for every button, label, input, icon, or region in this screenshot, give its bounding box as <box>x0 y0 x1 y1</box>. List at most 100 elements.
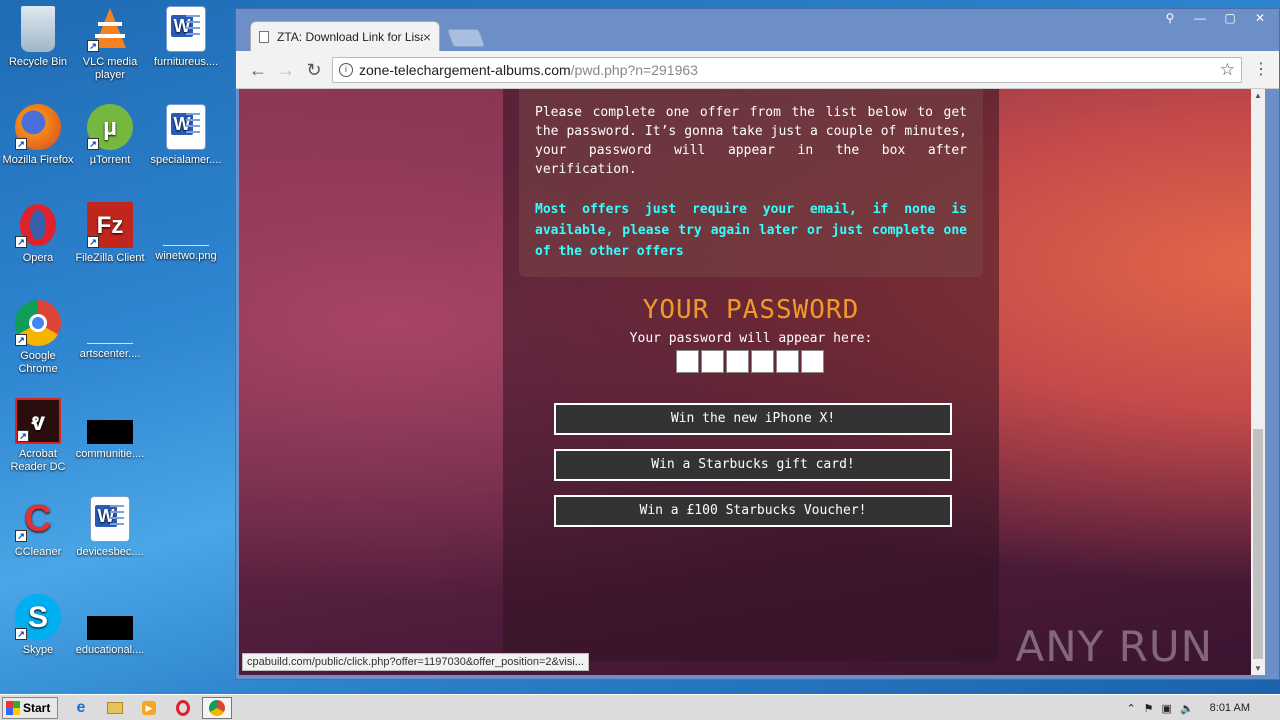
taskbar-media-player[interactable]: ▶ <box>134 697 164 719</box>
desktop-icon-label: VLC media player <box>82 56 138 81</box>
taskbar-ie[interactable]: e <box>66 697 96 719</box>
firefox-icon: ↗ <box>15 104 61 150</box>
shortcut-arrow-icon: ↗ <box>15 334 27 346</box>
desktop-icon-label: Opera <box>22 252 54 264</box>
shortcut-arrow-icon: ↗ <box>87 40 99 52</box>
word-doc-icon: W <box>166 104 206 150</box>
image-file-icon <box>87 420 133 444</box>
desktop-icon-skype[interactable]: S ↗ Skype <box>0 594 76 657</box>
desktop-icon-chrome[interactable]: ↗ Google Chrome <box>0 300 76 376</box>
desktop-icon-label: µTorrent <box>89 154 131 166</box>
ie-icon: e <box>76 698 86 716</box>
url-host: zone-telechargement-albums.com <box>359 62 571 78</box>
ccleaner-icon: C ↗ <box>15 496 61 542</box>
desktop-icon-recycle-bin[interactable]: Recycle Bin <box>0 6 76 69</box>
scrollbar-thumb[interactable] <box>1253 429 1263 659</box>
scroll-down-icon[interactable]: ▼ <box>1254 664 1262 673</box>
desktop-icon-furnitureus[interactable]: W furnitureus.... <box>148 6 224 69</box>
show-hidden-icons-icon[interactable]: ⌃ <box>1126 702 1135 715</box>
desktop-icon-artscenter[interactable]: artscenter.... <box>72 300 148 361</box>
user-profile-icon[interactable]: ⚲ <box>1157 9 1183 27</box>
volume-icon[interactable]: 🔈 <box>1180 702 1194 715</box>
shortcut-arrow-icon: ↗ <box>87 138 99 150</box>
shortcut-arrow-icon: ↗ <box>17 430 29 442</box>
close-tab-icon[interactable]: × <box>423 29 431 45</box>
desktop-icon-communitie[interactable]: communitie.... <box>72 398 148 461</box>
desktop-icon-label: winetwo.png <box>155 250 217 262</box>
browser-tab[interactable]: ZTA: Download Link for Lisa × <box>250 21 440 51</box>
offer-instructions: Please complete one offer from the list … <box>519 89 983 277</box>
anyrun-watermark: ANY RUN <box>1015 622 1213 671</box>
image-file-icon <box>87 616 133 640</box>
taskbar-opera[interactable] <box>168 697 198 719</box>
desktop-icon-winetwo[interactable]: winetwo.png <box>148 202 224 263</box>
shortcut-arrow-icon: ↗ <box>15 138 27 150</box>
shortcut-arrow-icon: ↗ <box>15 628 27 640</box>
desktop-icon-vlc[interactable]: ↗ VLC media player <box>72 6 148 82</box>
scroll-up-icon[interactable]: ▲ <box>1254 91 1262 100</box>
desktop-icon-ccleaner[interactable]: C ↗ CCleaner <box>0 496 76 559</box>
chrome-icon <box>209 699 225 716</box>
new-tab-button[interactable] <box>446 29 486 47</box>
password-char-box <box>676 350 699 373</box>
status-bar-url: cpabuild.com/public/click.php?offer=1197… <box>242 653 589 671</box>
desktop-icon-specialamer[interactable]: W specialamer.... <box>148 104 224 167</box>
action-center-icon[interactable]: ⚑ <box>1144 702 1154 715</box>
desktop-icon-educational[interactable]: educational.... <box>72 594 148 657</box>
media-player-icon: ▶ <box>142 700 156 715</box>
network-icon[interactable]: ▣ <box>1162 702 1172 715</box>
minimize-button[interactable]: — <box>1187 9 1213 27</box>
page-scrollbar[interactable]: ▲ ▼ <box>1251 89 1265 675</box>
tab-title: ZTA: Download Link for Lisa <box>277 29 423 44</box>
desktop-icon-label: communitie.... <box>75 448 145 460</box>
folder-icon <box>107 701 123 714</box>
desktop-icon-filezilla[interactable]: Fz ↗ FileZilla Client <box>72 202 148 265</box>
desktop-icon-label: Recycle Bin <box>8 56 68 68</box>
bookmark-star-icon[interactable]: ☆ <box>1220 60 1235 80</box>
password-char-box <box>701 350 724 373</box>
shortcut-arrow-icon: ↗ <box>15 236 27 248</box>
image-file-icon <box>87 300 133 344</box>
password-char-box <box>751 350 774 373</box>
desktop-icon-label: artscenter.... <box>79 348 141 360</box>
close-window-button[interactable]: ✕ <box>1247 9 1273 27</box>
shortcut-arrow-icon: ↗ <box>15 530 27 542</box>
desktop-icon-acrobat[interactable]: ⱴ ↗ Acrobat Reader DC <box>0 398 76 474</box>
password-char-box <box>726 350 749 373</box>
offer-button-starbucks-voucher[interactable]: Win a £100 Starbucks Voucher! <box>554 495 952 527</box>
desktop-icon-devicesbec[interactable]: W devicesbec.... <box>72 496 148 559</box>
notice-text: Most offers just require your email, if … <box>535 202 967 259</box>
maximize-button[interactable]: ▢ <box>1217 9 1243 27</box>
browser-toolbar: ← → ↻ i zone-telechargement-albums.com/p… <box>236 51 1279 89</box>
info-icon[interactable]: i <box>339 63 353 77</box>
acrobat-icon: ⱴ ↗ <box>15 398 61 444</box>
chrome-window: ZTA: Download Link for Lisa × ⚲ — ▢ ✕ ← … <box>235 8 1280 680</box>
offer-button-starbucks-card[interactable]: Win a Starbucks gift card! <box>554 449 952 481</box>
skype-icon: S ↗ <box>15 594 61 640</box>
back-button[interactable]: ← <box>244 56 272 84</box>
window-controls: ⚲ — ▢ ✕ <box>1157 9 1273 27</box>
reload-button[interactable]: ↻ <box>300 56 328 84</box>
desktop-icon-firefox[interactable]: ↗ Mozilla Firefox <box>0 104 76 167</box>
start-button[interactable]: Start <box>2 696 58 719</box>
taskbar-chrome[interactable] <box>202 696 232 719</box>
password-title: YOUR PASSWORD <box>642 295 860 325</box>
clock[interactable]: 8:01 AM <box>1210 702 1250 714</box>
desktop-icon-utorrent[interactable]: µ ↗ µTorrent <box>72 104 148 167</box>
offer-button-iphone[interactable]: Win the new iPhone X! <box>554 403 952 435</box>
address-bar[interactable]: i zone-telechargement-albums.com/pwd.php… <box>332 57 1242 83</box>
desktop-icon-opera[interactable]: ↗ Opera <box>0 202 76 265</box>
word-doc-icon: W <box>90 496 130 542</box>
password-char-box <box>776 350 799 373</box>
chrome-menu-icon[interactable]: ⋮ <box>1253 59 1269 79</box>
desktop-icon-label: educational.... <box>75 644 145 656</box>
chrome-icon: ↗ <box>15 300 61 346</box>
taskbar-explorer[interactable] <box>100 697 130 719</box>
desktop-icon-label: Skype <box>22 644 54 656</box>
page-icon <box>259 30 269 43</box>
password-char-box <box>801 350 824 373</box>
vlc-icon: ↗ <box>87 6 133 52</box>
content-panel: Please complete one offer from the list … <box>503 89 999 661</box>
forward-button[interactable]: → <box>272 56 300 84</box>
word-doc-icon: W <box>166 6 206 52</box>
